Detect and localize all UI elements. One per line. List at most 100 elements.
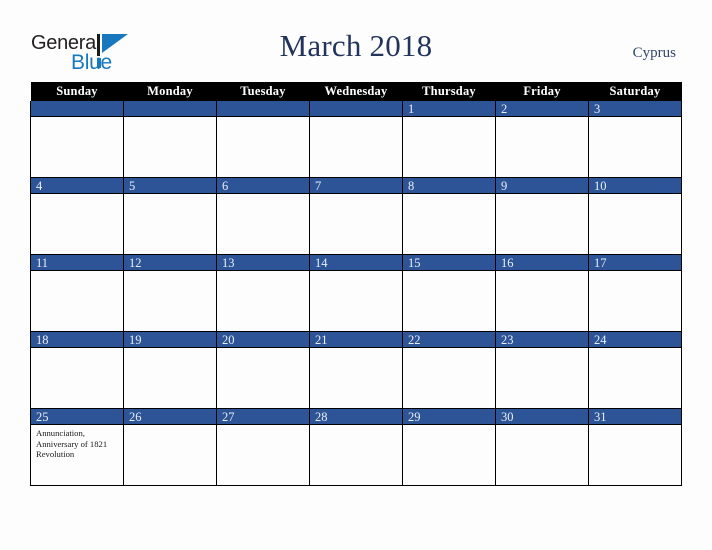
day-number: 29	[403, 409, 495, 425]
calendar-day-cell[interactable]: 20	[216, 331, 310, 409]
day-number: 16	[496, 255, 588, 271]
calendar-day-cell[interactable]: 22	[402, 331, 496, 409]
calendar-day-cell[interactable]: 14	[309, 254, 403, 332]
day-number: 24	[589, 332, 681, 348]
calendar-day-cell[interactable]	[309, 101, 403, 178]
day-number: 4	[31, 178, 123, 194]
calendar-week-row: 1 2 3	[30, 101, 682, 178]
day-events	[310, 425, 402, 428]
day-number: 17	[589, 255, 681, 271]
calendar-day-cell[interactable]: 30	[495, 408, 589, 486]
calendar-day-cell[interactable]: 16	[495, 254, 589, 332]
day-events	[496, 117, 588, 120]
day-events	[589, 348, 681, 351]
calendar-day-cell[interactable]: 3	[588, 101, 682, 178]
day-events	[31, 271, 123, 274]
calendar-day-cell[interactable]: 21	[309, 331, 403, 409]
calendar-day-cell[interactable]: 29	[402, 408, 496, 486]
calendar-day-cell[interactable]: 18	[30, 331, 124, 409]
day-number: 19	[124, 332, 216, 348]
day-number: 12	[124, 255, 216, 271]
day-events	[310, 348, 402, 351]
day-number: 23	[496, 332, 588, 348]
page-title: March 2018	[279, 28, 433, 63]
day-events	[217, 425, 309, 428]
day-number: 22	[403, 332, 495, 348]
weekday-header-friday: Friday	[495, 82, 589, 101]
day-events	[589, 117, 681, 120]
weekday-header-monday: Monday	[123, 82, 217, 101]
calendar-day-cell[interactable]: 15	[402, 254, 496, 332]
weekday-header-tuesday: Tuesday	[216, 82, 310, 101]
calendar-day-cell[interactable]: 17	[588, 254, 682, 332]
page-header: General Blue March 2018 Cyprus	[0, 0, 712, 82]
day-number	[31, 101, 123, 117]
weekday-header-row: Sunday Monday Tuesday Wednesday Thursday…	[30, 82, 682, 101]
calendar-day-cell[interactable]: 9	[495, 177, 589, 255]
day-events	[403, 194, 495, 197]
calendar-day-cell[interactable]: 28	[309, 408, 403, 486]
day-events	[124, 348, 216, 351]
day-events	[496, 271, 588, 274]
calendar-day-cell[interactable]: 13	[216, 254, 310, 332]
calendar-body: 1 2 3 4 5 6 7 8 9 10 11 12 13 14 15 16 1…	[30, 101, 682, 486]
day-number: 6	[217, 178, 309, 194]
calendar-grid: Sunday Monday Tuesday Wednesday Thursday…	[30, 82, 682, 486]
day-events	[31, 194, 123, 197]
region-label: Cyprus	[632, 45, 676, 61]
calendar-day-cell[interactable]: 2	[495, 101, 589, 178]
weekday-header-thursday: Thursday	[402, 82, 496, 101]
day-number: 31	[589, 409, 681, 425]
day-events	[310, 117, 402, 120]
calendar-day-cell[interactable]	[123, 101, 217, 178]
calendar-day-cell[interactable]: 19	[123, 331, 217, 409]
day-events	[124, 425, 216, 428]
calendar-day-cell[interactable]: 31	[588, 408, 682, 486]
day-number: 9	[496, 178, 588, 194]
calendar-week-row: 25 Annunciation, Anniversary of 1821 Revo…	[30, 408, 682, 486]
day-events	[124, 117, 216, 120]
weekday-header-wednesday: Wednesday	[309, 82, 403, 101]
day-events	[217, 117, 309, 120]
calendar-day-cell[interactable]: 7	[309, 177, 403, 255]
day-number: 8	[403, 178, 495, 194]
day-events	[310, 271, 402, 274]
day-number: 26	[124, 409, 216, 425]
calendar-day-cell[interactable]: 24	[588, 331, 682, 409]
calendar-day-cell[interactable]	[216, 101, 310, 178]
day-number: 13	[217, 255, 309, 271]
day-number	[217, 101, 309, 117]
day-events	[496, 194, 588, 197]
day-number: 3	[589, 101, 681, 117]
day-number: 10	[589, 178, 681, 194]
day-number: 25	[31, 409, 123, 425]
calendar-day-cell[interactable]: 23	[495, 331, 589, 409]
calendar-day-cell[interactable]: 12	[123, 254, 217, 332]
calendar-day-cell[interactable]: 25 Annunciation, Anniversary of 1821 Revo…	[30, 408, 124, 486]
day-number: 20	[217, 332, 309, 348]
calendar-day-cell[interactable]: 10	[588, 177, 682, 255]
day-events	[589, 271, 681, 274]
calendar-day-cell[interactable]: 27	[216, 408, 310, 486]
day-events	[217, 348, 309, 351]
day-events	[310, 194, 402, 197]
calendar-day-cell[interactable]: 26	[123, 408, 217, 486]
day-events	[124, 194, 216, 197]
day-number: 2	[496, 101, 588, 117]
calendar-day-cell[interactable]: 4	[30, 177, 124, 255]
day-number: 15	[403, 255, 495, 271]
day-events	[589, 425, 681, 428]
day-events: Annunciation, Anniversary of 1821 Revolu…	[36, 428, 108, 460]
calendar-week-row: 18 19 20 21 22 23 24	[30, 331, 682, 409]
day-number	[124, 101, 216, 117]
day-events	[403, 348, 495, 351]
calendar-day-cell[interactable]: 5	[123, 177, 217, 255]
calendar-day-cell[interactable]	[30, 101, 124, 178]
calendar-day-cell[interactable]: 1	[402, 101, 496, 178]
calendar-day-cell[interactable]: 6	[216, 177, 310, 255]
day-events	[124, 271, 216, 274]
calendar-day-cell[interactable]: 11	[30, 254, 124, 332]
day-number: 18	[31, 332, 123, 348]
day-events	[496, 348, 588, 351]
calendar-day-cell[interactable]: 8	[402, 177, 496, 255]
